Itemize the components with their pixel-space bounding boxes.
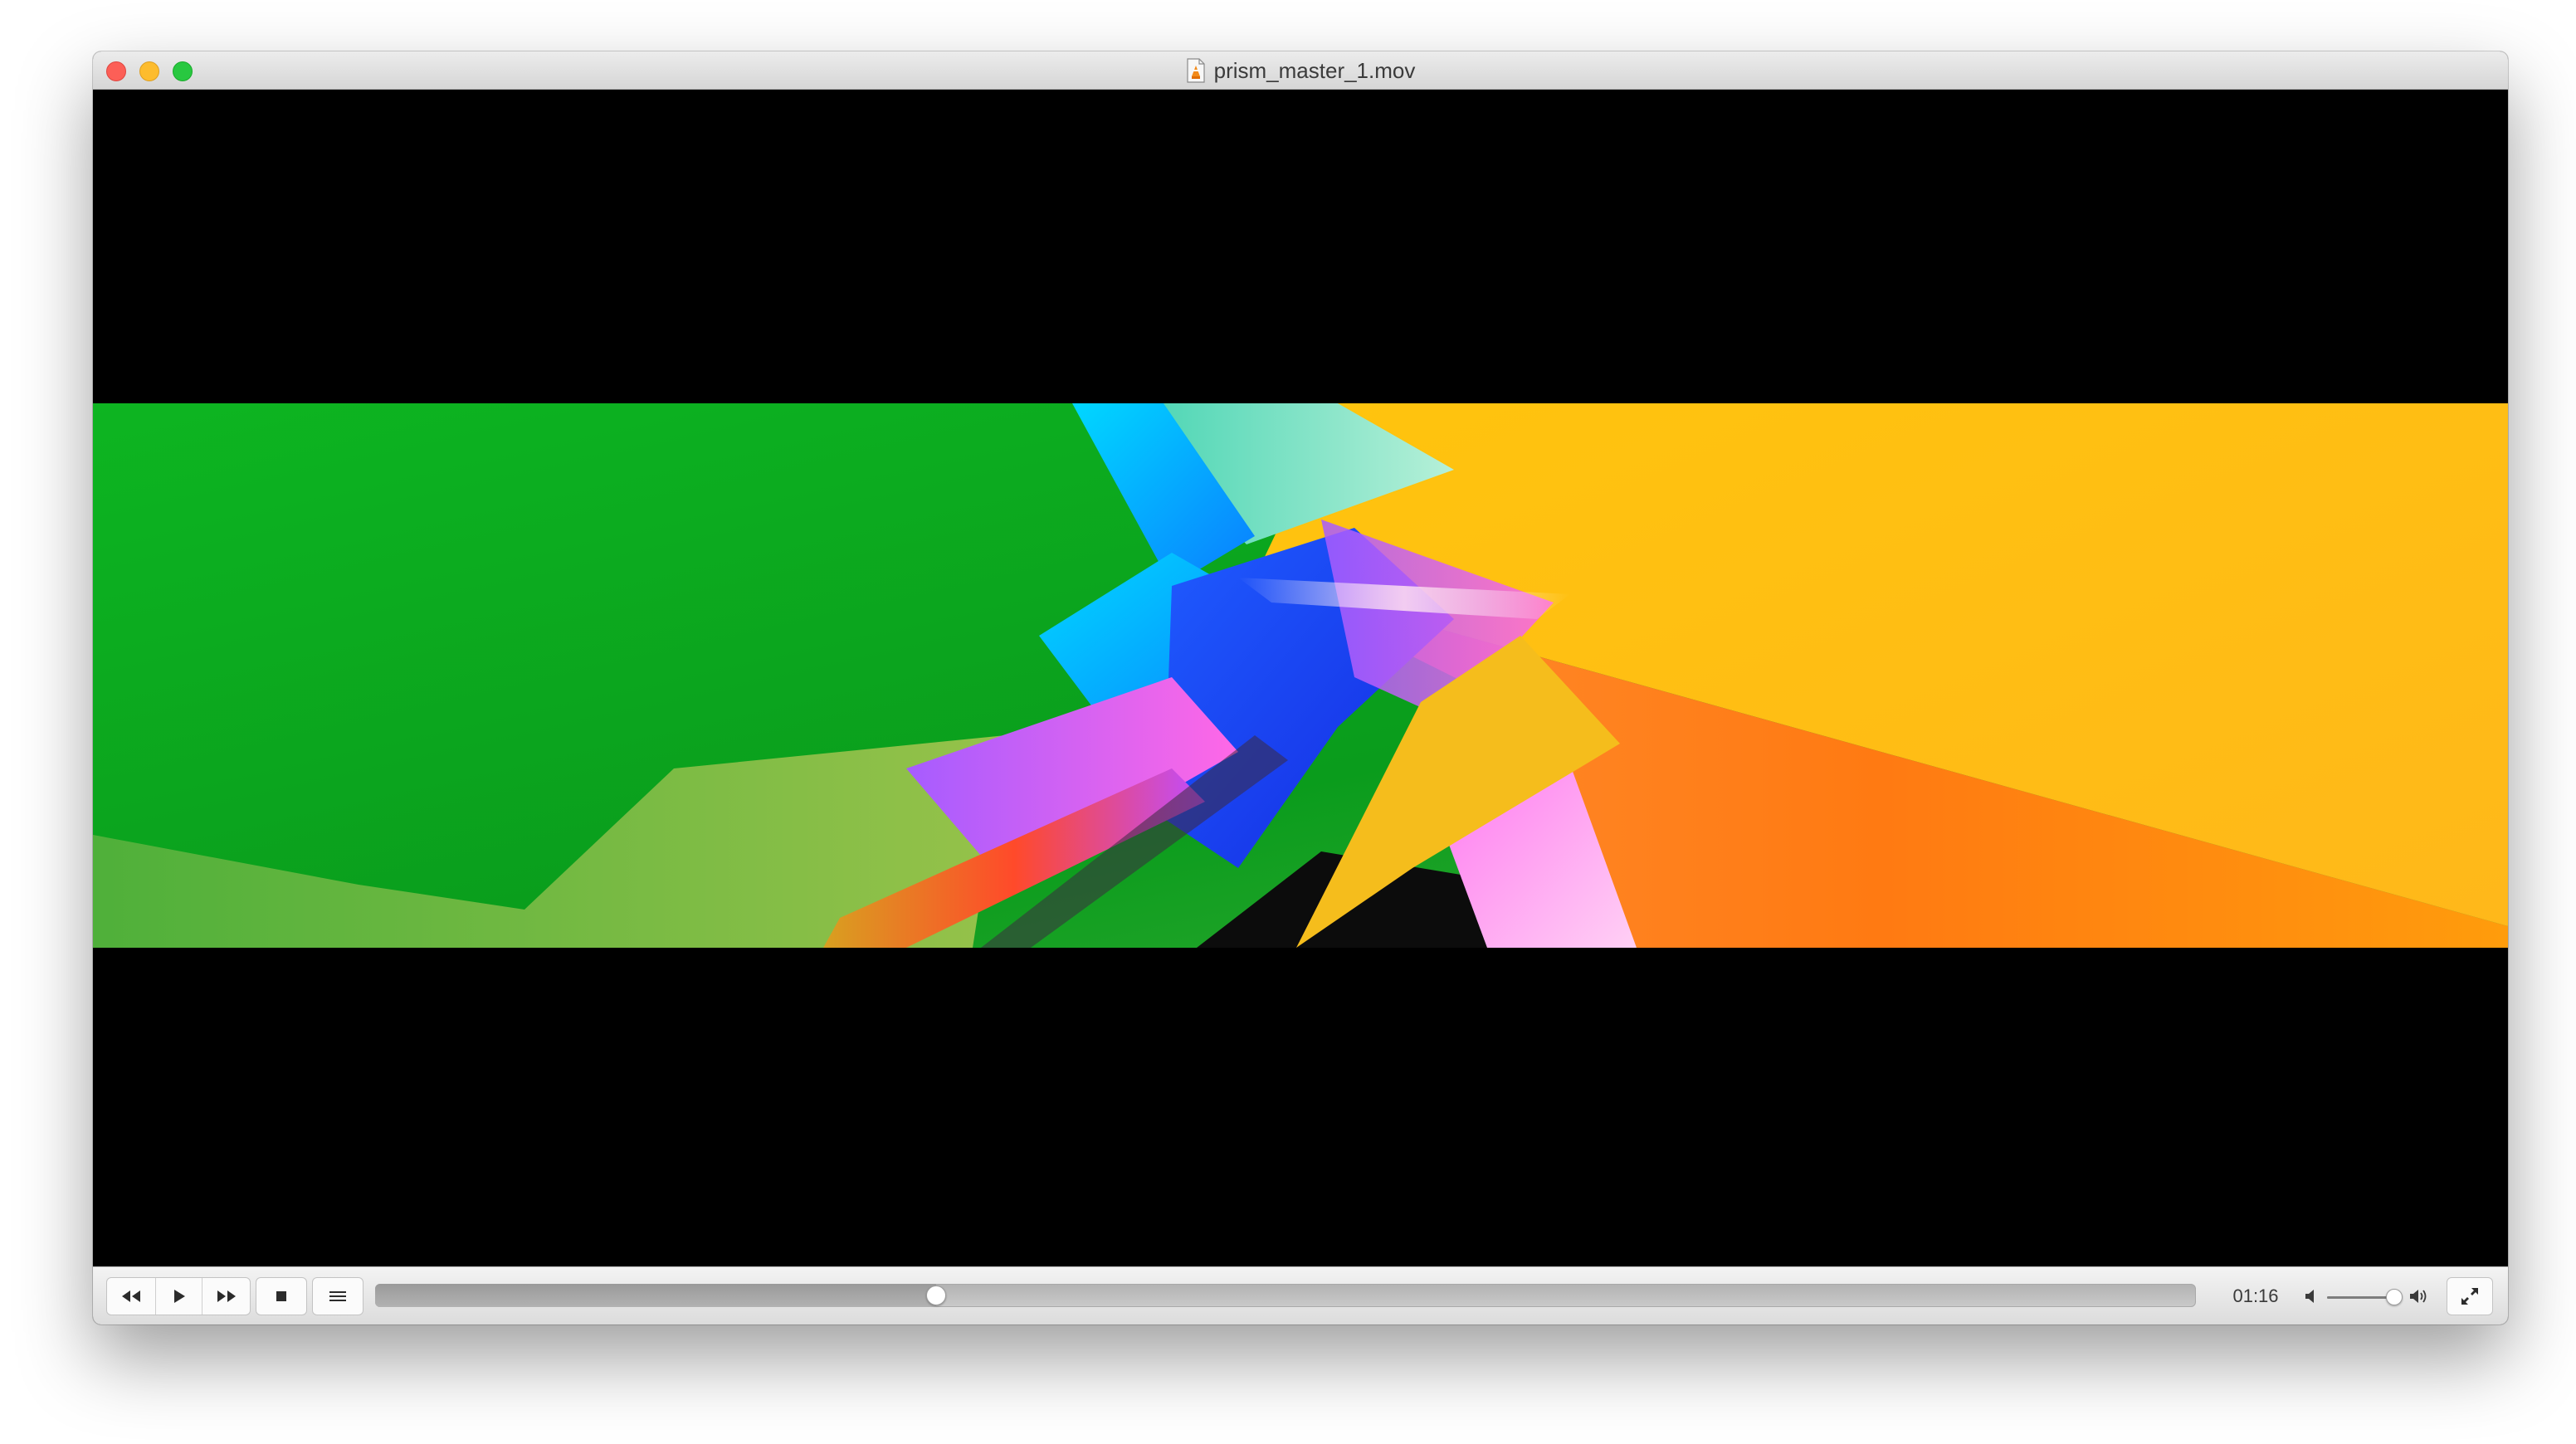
video-frame-image xyxy=(93,403,2508,948)
progress-scrubber-knob[interactable] xyxy=(925,1285,946,1305)
volume-slider[interactable] xyxy=(2327,1289,2403,1305)
fast-forward-button[interactable] xyxy=(202,1278,250,1315)
stop-icon xyxy=(276,1291,286,1301)
window-title-group: prism_master_1.mov xyxy=(93,51,2508,90)
playback-progress-bar[interactable] xyxy=(375,1284,2196,1307)
vlc-document-icon xyxy=(1187,58,1205,83)
stop-button[interactable] xyxy=(256,1278,306,1315)
vlc-player-window: prism_master_1.mov 01:16 xyxy=(93,51,2508,1324)
rewind-icon xyxy=(122,1290,140,1302)
progress-fill xyxy=(375,1284,936,1307)
volume-knob[interactable] xyxy=(2385,1289,2403,1305)
playback-control-bar: 01:16 xyxy=(93,1266,2508,1324)
playlist-button-group xyxy=(312,1277,363,1315)
speaker-high-icon[interactable] xyxy=(2408,1287,2430,1305)
fullscreen-button[interactable] xyxy=(2447,1277,2493,1315)
stop-button-group xyxy=(256,1277,307,1315)
title-bar[interactable]: prism_master_1.mov xyxy=(93,51,2508,90)
play-icon xyxy=(173,1290,185,1303)
transport-button-group xyxy=(106,1277,251,1315)
fast-forward-icon xyxy=(217,1290,236,1302)
volume-fill xyxy=(2327,1296,2394,1299)
window-title: prism_master_1.mov xyxy=(1213,57,1416,83)
play-button[interactable] xyxy=(155,1278,202,1315)
speaker-low-icon[interactable] xyxy=(2304,1287,2320,1305)
fullscreen-icon xyxy=(2461,1288,2478,1305)
playlist-button[interactable] xyxy=(313,1278,363,1315)
elapsed-time: 01:16 xyxy=(2232,1285,2279,1306)
rewind-button[interactable] xyxy=(107,1278,155,1315)
playlist-icon xyxy=(329,1291,346,1301)
video-area[interactable] xyxy=(93,90,2508,1266)
